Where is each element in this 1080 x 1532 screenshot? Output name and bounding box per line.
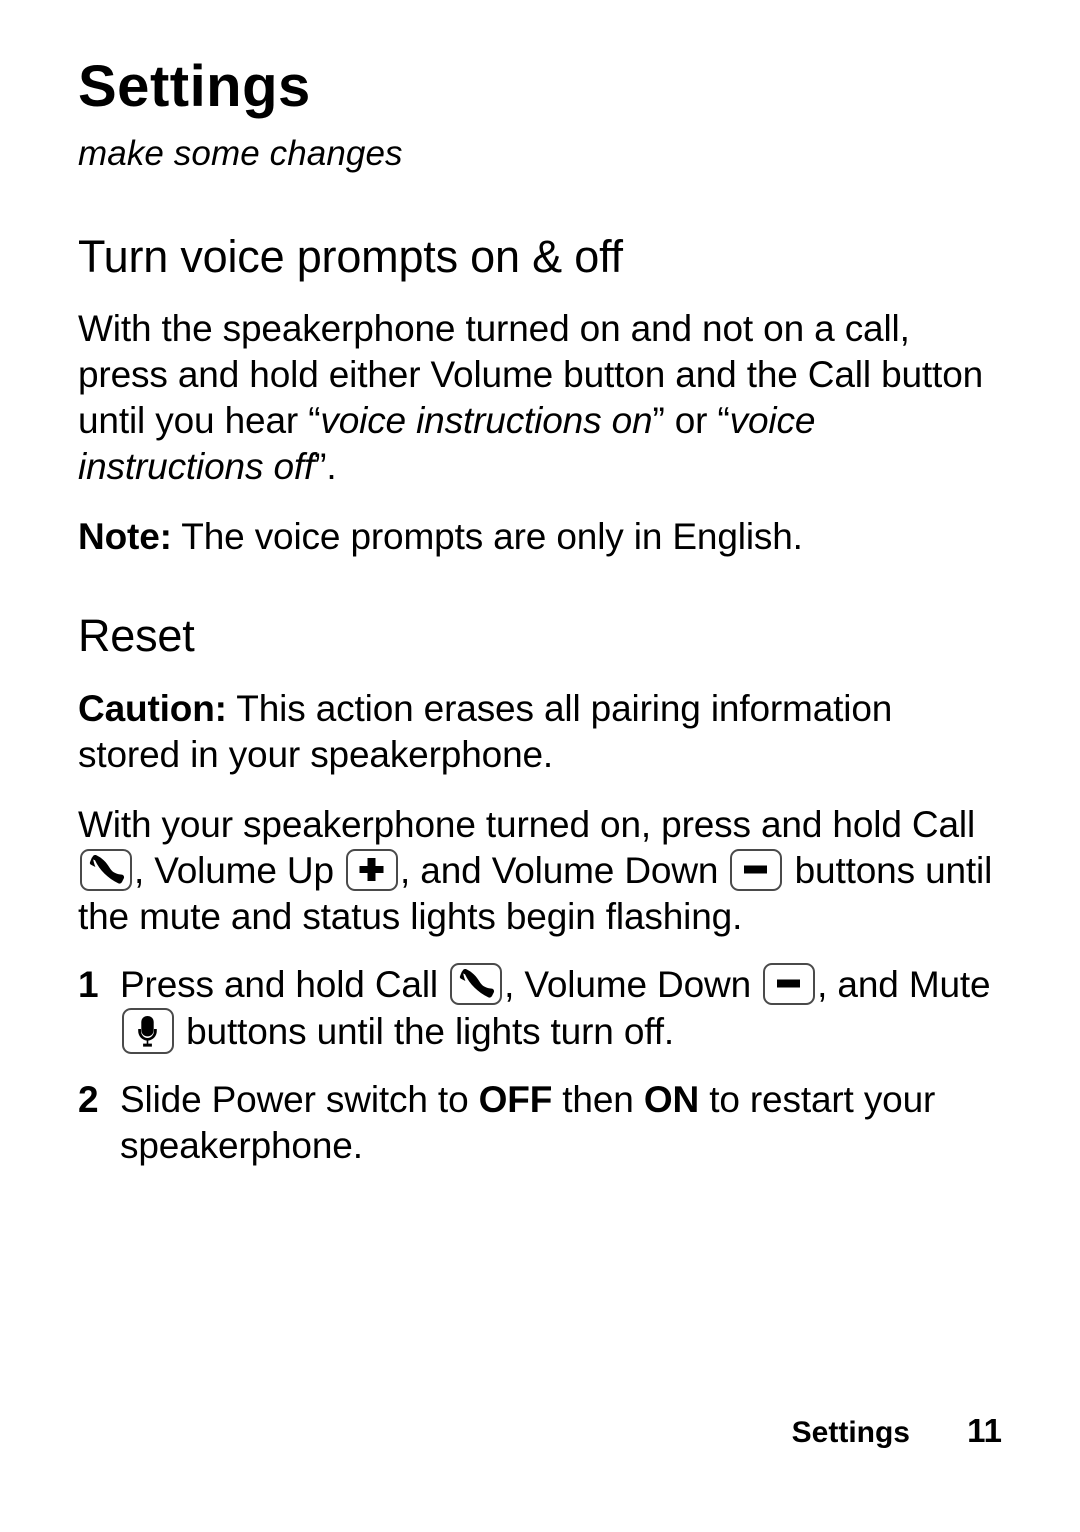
quote-close: ”: [314, 446, 327, 488]
quote-open: “: [717, 400, 730, 442]
text-run: or: [664, 400, 718, 442]
emphasis-on: ON: [643, 1078, 700, 1120]
page-subtitle: make some changes: [78, 134, 403, 173]
manual-page: Settings make some changes Turn voice pr…: [0, 0, 1080, 1532]
text-run: then: [552, 1078, 644, 1120]
text-run: .: [326, 446, 337, 488]
step-text: Slide Power switch to OFF then ON to res…: [120, 1077, 1002, 1169]
call-handset-icon: [450, 962, 503, 1005]
quote-close: ”: [652, 400, 665, 442]
section-heading-voice-prompts: Turn voice prompts on & off: [78, 231, 623, 282]
note-text: The voice prompts are only in English.: [171, 516, 803, 558]
text-run: , and Volume Down: [400, 849, 729, 891]
caution-callout: Caution: This action erases all pairing …: [78, 660, 1002, 778]
paragraph-voice-prompts: With the speakerphone turned on and not …: [78, 280, 1002, 490]
text-run: , and Mute: [817, 963, 991, 1005]
text-run: , Volume Down: [504, 963, 762, 1005]
step-number: 2: [78, 1078, 99, 1120]
section-heading-reset: Reset: [78, 610, 195, 662]
footer-page-number: 11: [967, 1412, 1002, 1449]
list-item: 1 Press and hold Call , Volume Down , an…: [78, 940, 1002, 1055]
footer-chapter-label: Settings: [791, 1416, 910, 1449]
page-title: Settings: [78, 54, 311, 119]
list-item: 2 Slide Power switch to OFF then ON to r…: [78, 1055, 1002, 1169]
volume-up-plus-icon: [346, 848, 399, 891]
volume-down-minus-icon: [730, 848, 783, 891]
text-run: Press and hold Call: [120, 963, 449, 1005]
note-label: Note:: [78, 516, 172, 558]
quote-open: “: [308, 400, 321, 442]
caution-label: Caution:: [78, 687, 227, 729]
step-text: Press and hold Call , Volume Down , and …: [120, 962, 1002, 1055]
call-handset-icon: [80, 848, 132, 891]
text-run: With your speakerphone turned on, press …: [78, 803, 976, 845]
paragraph-reset-intro: With your speakerphone turned on, press …: [78, 778, 1002, 940]
note-callout: Note: The voice prompts are only in Engl…: [78, 490, 1002, 560]
text-run: Slide Power switch to: [120, 1078, 479, 1120]
mute-microphone-icon: [122, 1007, 174, 1054]
quoted-phrase-on: voice instructions on: [320, 400, 653, 442]
text-run: , Volume Up: [134, 849, 345, 891]
text-run: buttons until the lights turn off.: [176, 1010, 674, 1052]
emphasis-off: OFF: [478, 1078, 553, 1120]
page-footer: Settings 11: [0, 1412, 1002, 1450]
step-number: 1: [78, 963, 99, 1005]
volume-down-minus-icon: [763, 962, 816, 1005]
